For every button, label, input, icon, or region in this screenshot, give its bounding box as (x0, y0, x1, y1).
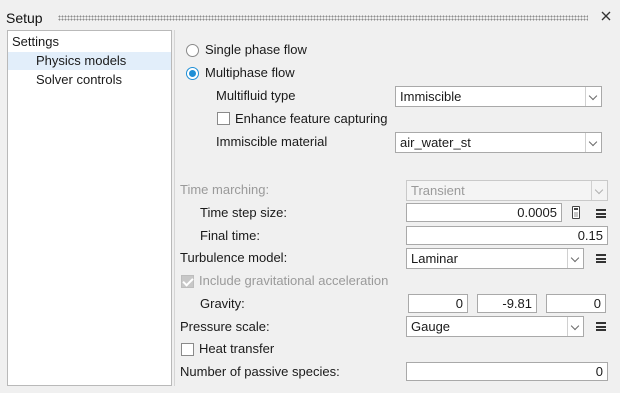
chevron-down-icon[interactable] (585, 133, 601, 152)
passive-species-field[interactable]: 0 (406, 362, 608, 381)
menu-icon[interactable] (596, 254, 606, 263)
chevron-down-icon[interactable] (585, 87, 601, 106)
multifluid-type-value: Immiscible (400, 89, 462, 104)
multiphase-label: Multiphase flow (205, 65, 295, 80)
multifluid-type-select[interactable]: Immiscible (395, 86, 602, 107)
pressure-scale-label: Pressure scale: (180, 319, 270, 334)
calculator-icon[interactable] (572, 206, 580, 219)
time-step-field[interactable]: 0.0005 (406, 203, 562, 222)
enhance-feature-checkbox[interactable] (217, 112, 230, 125)
pressure-scale-select[interactable]: Gauge (406, 316, 584, 337)
time-marching-value: Transient (411, 183, 465, 198)
include-gravity-label: Include gravitational acceleration (199, 273, 389, 288)
immiscible-material-label: Immiscible material (216, 134, 328, 149)
time-step-label: Time step size: (200, 205, 287, 220)
menu-icon[interactable] (596, 322, 606, 331)
drag-handle[interactable] (58, 15, 588, 21)
close-icon[interactable] (598, 8, 614, 24)
passive-species-label: Number of passive species: (180, 364, 340, 379)
settings-tree: Settings Physics models Solver controls (7, 30, 172, 386)
gravity-label: Gravity: (200, 296, 245, 311)
pressure-scale-value: Gauge (411, 319, 451, 334)
final-time-label: Final time: (200, 228, 260, 243)
tree-item-solver-controls[interactable]: Solver controls (36, 71, 122, 89)
time-marching-select: Transient (406, 180, 608, 201)
turbulence-model-label: Turbulence model: (180, 250, 288, 265)
panel-divider (174, 30, 175, 386)
title-bar[interactable]: Setup (0, 0, 620, 30)
chevron-down-icon (591, 181, 607, 200)
heat-transfer-label: Heat transfer (199, 341, 275, 356)
gravity-x-field[interactable]: 0 (408, 294, 468, 313)
gravity-z-field[interactable]: 0 (546, 294, 606, 313)
immiscible-material-value: air_water_st (400, 135, 471, 150)
gravity-y-field[interactable]: -9.81 (477, 294, 537, 313)
immiscible-material-select[interactable]: air_water_st (395, 132, 602, 153)
turbulence-model-select[interactable]: Laminar (406, 248, 584, 269)
menu-icon[interactable] (596, 209, 606, 218)
enhance-feature-label: Enhance feature capturing (235, 111, 388, 126)
multiphase-radio[interactable] (186, 67, 199, 80)
chevron-down-icon[interactable] (567, 249, 583, 268)
window-title: Setup (6, 10, 43, 26)
single-phase-label: Single phase flow (205, 42, 307, 57)
include-gravity-checkbox (181, 275, 194, 288)
tree-item-physics-models[interactable]: Physics models (8, 52, 171, 70)
tree-root-settings[interactable]: Settings (12, 33, 59, 51)
heat-transfer-checkbox[interactable] (181, 343, 194, 356)
turbulence-model-value: Laminar (411, 251, 458, 266)
final-time-field[interactable]: 0.15 (406, 226, 608, 245)
chevron-down-icon[interactable] (567, 317, 583, 336)
single-phase-radio[interactable] (186, 44, 199, 57)
time-marching-label: Time marching: (180, 182, 270, 197)
multifluid-type-label: Multifluid type (216, 88, 296, 103)
